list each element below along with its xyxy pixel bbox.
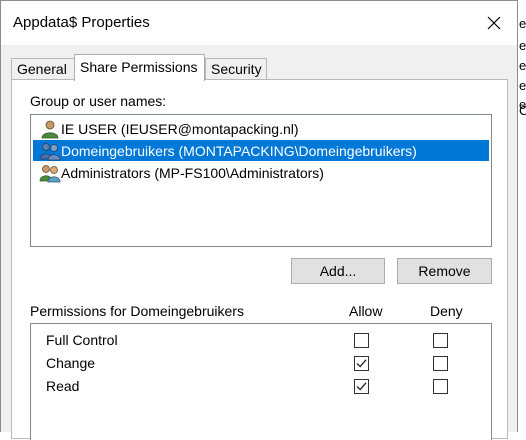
tab-security[interactable]: Security [205,58,267,80]
user-name: Administrators (MP-FS100\Administrators) [61,164,324,181]
deny-full-control-checkbox[interactable] [433,333,448,348]
title-bar[interactable]: Appdata$ Properties [1,1,517,45]
tab-general[interactable]: General [11,58,75,80]
tab-label: General [17,61,67,77]
permission-name-read: Read [46,378,80,394]
list-item-ie-user[interactable]: IE USER (IEUSER@montapacking.nl) [33,118,489,139]
tab-label: Share Permissions [80,59,198,75]
user-group-icon [39,142,61,160]
permission-name-change: Change [46,355,96,371]
allow-full-control-checkbox[interactable] [354,333,369,348]
user-list[interactable]: IE USER (IEUSER@montapacking.nl) Domeing… [30,114,492,247]
list-item-administrators[interactable]: Administrators (MP-FS100\Administrators) [33,162,489,183]
share-permissions-panel: Group or user names: IE USER (IEUSER@mon… [11,79,508,440]
list-item-domeingebruikers[interactable]: Domeingebruikers (MONTAPACKING\Domeingeb… [33,140,489,161]
single-user-icon [41,120,59,138]
deny-read-checkbox[interactable] [433,379,448,394]
background-window-edge: e e e e e C [518,0,526,432]
remove-button[interactable]: Remove [397,258,492,284]
allow-change-checkbox[interactable] [354,356,369,371]
group-user-names-label: Group or user names: [30,93,167,109]
deny-change-checkbox[interactable] [433,356,448,371]
checkmark-icon [356,382,367,391]
background-text: e [519,16,526,31]
tab-strip: General Share Permissions Security [11,54,507,81]
checkmark-icon [356,359,367,368]
permissions-label: Permissions for Domeingebruikers [30,303,244,319]
close-button[interactable] [471,1,517,45]
background-text: e [519,38,526,53]
permissions-table: Full Control Change Read [30,323,492,440]
deny-column-header: Deny [430,303,463,319]
user-group-icon [39,164,61,182]
close-icon [487,16,501,30]
background-text: C [519,103,526,118]
user-name: IE USER (IEUSER@montapacking.nl) [61,120,299,137]
user-name: Domeingebruikers (MONTAPACKING\Domeingeb… [61,142,417,159]
allow-read-checkbox[interactable] [354,379,369,394]
permission-name-full-control: Full Control [46,332,118,348]
background-text: e [519,78,526,93]
allow-column-header: Allow [349,303,383,319]
window-title: Appdata$ Properties [13,14,150,31]
background-text: e [519,58,526,73]
add-button[interactable]: Add... [291,258,385,284]
properties-dialog: Appdata$ Properties General Share Permis… [0,0,518,440]
tab-label: Security [211,61,262,77]
tab-share-permissions[interactable]: Share Permissions [74,54,205,81]
